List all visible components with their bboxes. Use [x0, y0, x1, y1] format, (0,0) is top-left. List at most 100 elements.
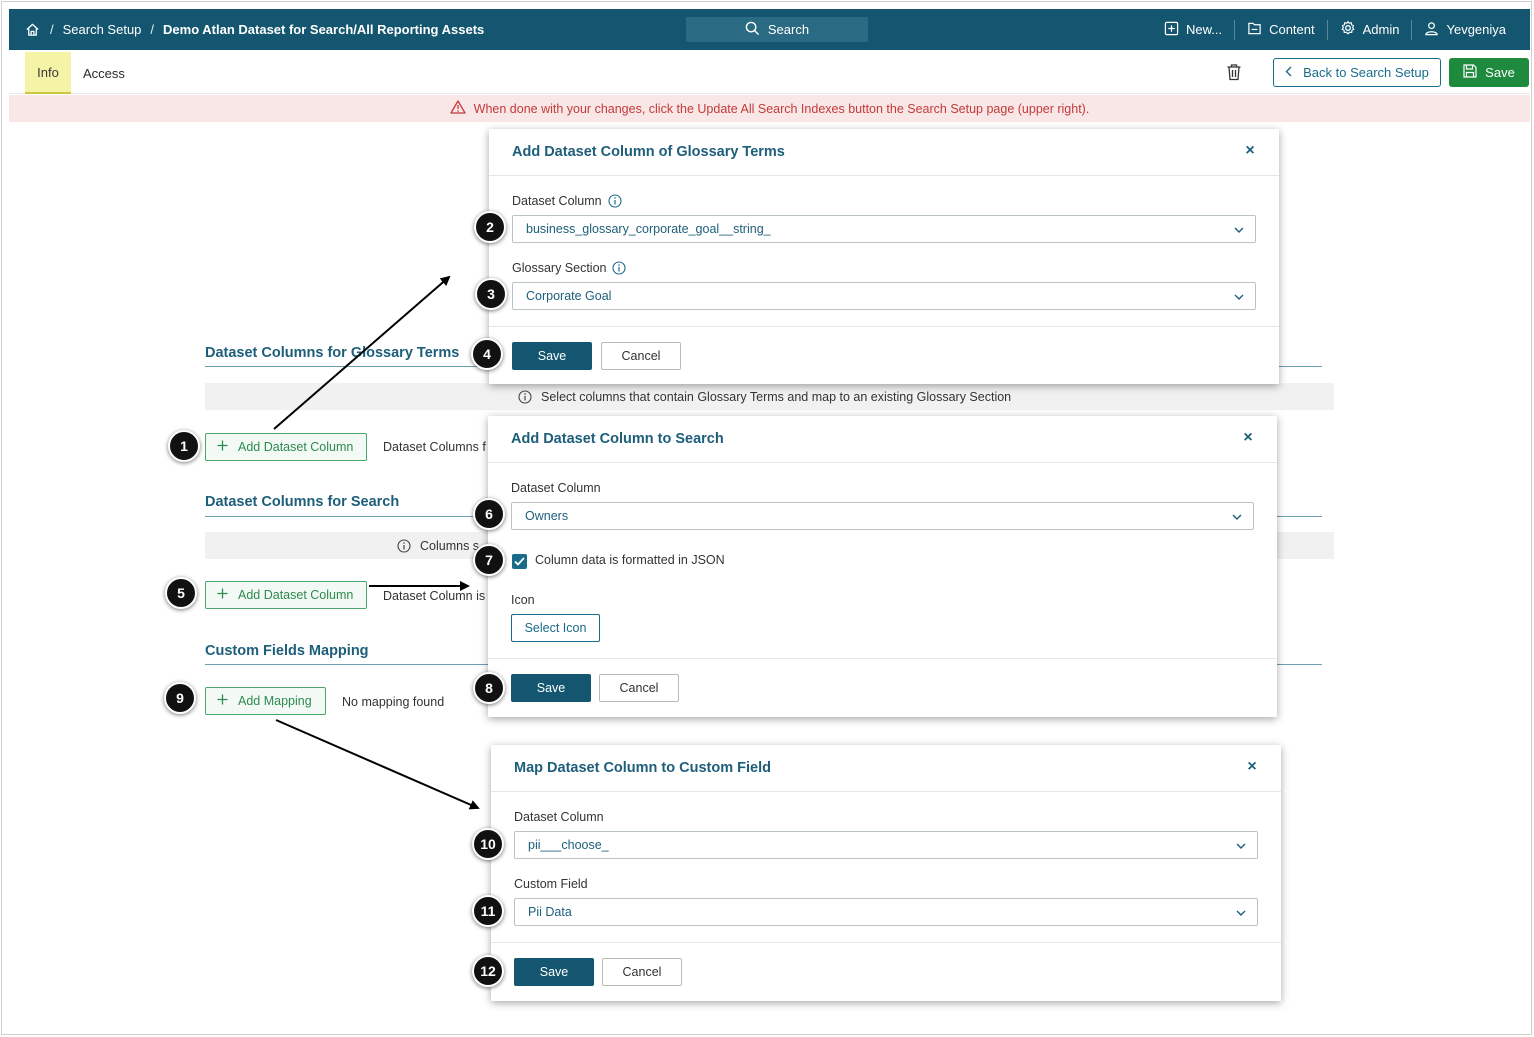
chevron-down-icon	[1233, 291, 1245, 303]
search-section-title: Dataset Columns for Search	[205, 494, 400, 510]
step-badge-9: 9	[164, 682, 196, 714]
glossary-info-text: Select columns that contain Glossary Ter…	[541, 389, 1012, 404]
custom-field-label: Custom Field	[514, 877, 588, 891]
no-mapping-status: No mapping found	[342, 695, 445, 709]
info-icon[interactable]	[608, 194, 622, 208]
breadcrumb-search-setup[interactable]: Search Setup	[63, 22, 142, 37]
dataset-column-select[interactable]: business_glossary_corporate_goal__string…	[512, 215, 1256, 243]
save-button[interactable]: Save	[1449, 58, 1529, 87]
add-glossary-column-label: Add Dataset Column	[238, 440, 354, 454]
step-badge-1: 1	[168, 430, 200, 462]
json-format-checkbox[interactable]	[512, 554, 527, 569]
step-badge-6: 6	[473, 498, 505, 530]
breadcrumb-current-dataset: Demo Atlan Dataset for Search/All Report…	[163, 22, 485, 37]
modal-title: Add Dataset Column to Search	[511, 431, 724, 447]
step-badge-11: 11	[472, 895, 504, 927]
content-icon	[1247, 21, 1262, 39]
dataset-column-label: Dataset Column	[511, 481, 601, 495]
modal-cancel-button[interactable]: Cancel	[601, 342, 681, 370]
plus-square-icon	[1164, 21, 1179, 39]
close-icon[interactable]: ×	[1241, 430, 1255, 446]
chevron-down-icon	[1235, 840, 1247, 852]
add-search-column-label: Add Dataset Column	[238, 588, 354, 602]
trash-icon[interactable]	[1226, 63, 1242, 81]
select-icon-button[interactable]: Select Icon	[511, 614, 600, 642]
step-badge-2: 2	[474, 211, 506, 243]
modal-footer-divider	[489, 326, 1279, 327]
chevron-down-icon	[1235, 907, 1247, 919]
content-menu[interactable]: Content	[1235, 9, 1327, 50]
global-search-button[interactable]: Search	[686, 17, 868, 42]
arrow-step-9-to-custom-modal	[275, 719, 480, 810]
close-icon[interactable]: ×	[1245, 759, 1259, 775]
close-icon[interactable]: ×	[1243, 143, 1257, 159]
step-badge-8: 8	[473, 672, 505, 704]
add-mapping-label: Add Mapping	[238, 694, 312, 708]
page-tabs-row: Info Access Back to Search Setup Save	[9, 50, 1530, 94]
chevron-left-icon	[1285, 65, 1293, 80]
modal-save-button[interactable]: Save	[511, 674, 591, 702]
step-badge-7: 7	[473, 544, 505, 576]
map-custom-field-modal: Map Dataset Column to Custom Field × Dat…	[491, 745, 1281, 1001]
info-icon[interactable]	[612, 261, 627, 275]
modal-cancel-button[interactable]: Cancel	[599, 674, 679, 702]
dataset-column-select[interactable]: Owners	[511, 502, 1254, 530]
modal-cancel-button[interactable]: Cancel	[602, 958, 682, 986]
chevron-down-icon	[1231, 511, 1243, 523]
modal-save-button[interactable]: Save	[512, 342, 592, 370]
step-badge-3: 3	[475, 278, 507, 310]
dataset-column-label-text: Dataset Column	[512, 194, 602, 208]
home-icon[interactable]	[25, 22, 41, 38]
glossary-section-select[interactable]: Corporate Goal	[512, 282, 1256, 310]
dataset-column-select[interactable]: pii___choose_	[514, 831, 1258, 859]
glossary-section-label: Glossary Section	[512, 261, 627, 275]
user-menu[interactable]: Yevgeniya	[1412, 9, 1518, 50]
gear-icon	[1340, 20, 1356, 39]
new-menu[interactable]: New...	[1152, 9, 1234, 50]
modal-footer-divider	[491, 942, 1281, 943]
modal-header: Add Dataset Column to Search ×	[488, 416, 1277, 463]
search-columns-status: Dataset Column is	[383, 589, 486, 603]
back-to-search-setup-button[interactable]: Back to Search Setup	[1273, 58, 1441, 87]
glossary-section-title: Dataset Columns for Glossary Terms	[205, 345, 460, 361]
dataset-column-value: Owners	[525, 509, 569, 523]
modal-header: Map Dataset Column to Custom Field ×	[491, 745, 1281, 792]
alert-text: When done with your changes, click the U…	[473, 101, 1090, 116]
floppy-icon	[1463, 64, 1477, 81]
warning-icon	[450, 100, 466, 117]
json-format-label[interactable]: Column data is formatted in JSON	[535, 553, 725, 567]
add-glossary-column-modal: Add Dataset Column of Glossary Terms × D…	[489, 129, 1279, 384]
add-search-dataset-column-button[interactable]: Add Dataset Column	[205, 581, 367, 609]
glossary-info-strip: Select columns that contain Glossary Ter…	[205, 383, 1334, 410]
dataset-column-label: Dataset Column	[512, 194, 622, 208]
user-icon	[1424, 21, 1439, 39]
custom-fields-section-title: Custom Fields Mapping	[205, 643, 369, 659]
admin-menu-label: Admin	[1362, 22, 1400, 37]
save-button-label: Save	[1485, 65, 1515, 80]
new-menu-label: New...	[1185, 22, 1223, 37]
modal-title: Map Dataset Column to Custom Field	[514, 760, 771, 776]
custom-field-select[interactable]: Pii Data	[514, 898, 1258, 926]
glossary-section-value: Corporate Goal	[526, 289, 612, 303]
dataset-column-label: Dataset Column	[514, 810, 604, 824]
top-nav-actions: New... Content Admin Yevgeniya	[1152, 9, 1518, 50]
glossary-columns-status: Dataset Columns f	[383, 440, 486, 454]
update-index-alert: When done with your changes, click the U…	[9, 95, 1530, 122]
admin-menu[interactable]: Admin	[1328, 9, 1412, 50]
modal-save-button[interactable]: Save	[514, 958, 594, 986]
back-button-label: Back to Search Setup	[1303, 65, 1429, 80]
step-badge-10: 10	[472, 828, 504, 860]
tab-access[interactable]: Access	[83, 52, 125, 94]
add-glossary-dataset-column-button[interactable]: Add Dataset Column	[205, 433, 367, 461]
custom-field-value: Pii Data	[528, 905, 572, 919]
add-search-column-modal: Add Dataset Column to Search × Dataset C…	[488, 416, 1277, 717]
user-name: Yevgeniya	[1446, 22, 1506, 37]
info-icon	[397, 538, 411, 553]
add-mapping-button[interactable]: Add Mapping	[205, 687, 326, 715]
info-icon	[518, 389, 532, 404]
tab-info[interactable]: Info	[25, 52, 71, 94]
chevron-down-icon	[1233, 224, 1245, 236]
modal-title: Add Dataset Column of Glossary Terms	[512, 144, 785, 160]
search-icon	[745, 21, 760, 39]
breadcrumb-separator: /	[150, 22, 155, 37]
